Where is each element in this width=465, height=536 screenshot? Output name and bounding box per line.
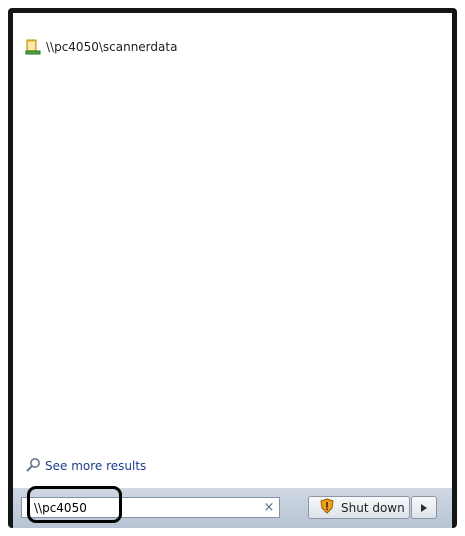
shut-down-button[interactable]: Shut down	[308, 496, 410, 519]
shut-down-options-button[interactable]	[411, 496, 437, 519]
see-more-label: See more results	[45, 459, 147, 473]
play-arrow-icon	[420, 498, 428, 517]
search-input[interactable]: \\pc4050 ×	[21, 497, 280, 518]
magnifier-icon	[25, 457, 41, 476]
see-more-results-link[interactable]: See more results	[25, 456, 146, 476]
result-item-scannerdata[interactable]: \\pc4050\scannerdata	[25, 35, 177, 59]
search-input-value: \\pc4050	[34, 500, 87, 515]
folder-share-icon	[25, 39, 41, 55]
search-results-panel: \\pc4050\scannerdata See more results	[13, 13, 452, 488]
shield-icon	[319, 498, 335, 517]
result-item-label: \\pc4050\scannerdata	[46, 40, 178, 54]
shut-down-label: Shut down	[341, 500, 405, 515]
clear-icon[interactable]: ×	[259, 500, 279, 515]
